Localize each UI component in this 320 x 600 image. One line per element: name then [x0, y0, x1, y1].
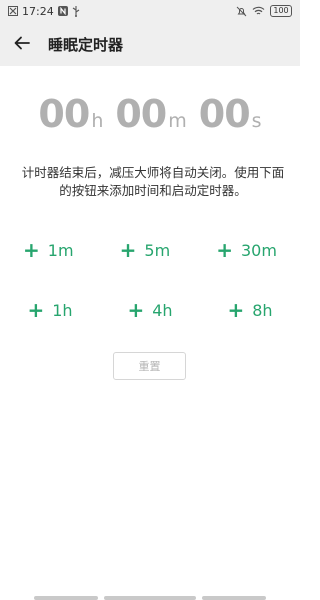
- nav-hint-center: [104, 596, 196, 600]
- timer-seconds-unit: s: [251, 110, 262, 132]
- timer-display: 00 h 00 m 00 s: [0, 92, 300, 136]
- arrow-left-icon: [14, 35, 30, 54]
- plus-icon: +: [227, 298, 245, 322]
- timer-minutes-unit: m: [168, 110, 187, 132]
- timer-hours: 00: [38, 92, 90, 136]
- status-time: 17:24: [22, 4, 54, 18]
- nav-hint-left: [34, 596, 98, 600]
- add-button-label: 5m: [144, 240, 171, 260]
- plus-icon: +: [23, 238, 40, 262]
- app-bar: 睡眠定时器: [0, 22, 300, 66]
- timer-seconds: 00: [198, 92, 251, 136]
- mute-bell-icon: [236, 6, 247, 17]
- battery-icon: 100: [270, 5, 292, 17]
- plus-icon: +: [27, 298, 45, 322]
- add-button-label: 30m: [240, 240, 277, 260]
- add-button-label: 1m: [47, 240, 74, 260]
- timer-hours-unit: h: [91, 110, 104, 132]
- add-30m-button[interactable]: + 30m: [210, 238, 283, 262]
- page-title: 睡眠定时器: [48, 35, 124, 54]
- reset-button[interactable]: 重置: [113, 352, 186, 380]
- add-5m-button[interactable]: + 5m: [114, 238, 177, 262]
- back-button[interactable]: [0, 22, 44, 66]
- add-time-row-hours: + 1h + 4h + 8h: [0, 298, 300, 322]
- add-1h-button[interactable]: + 1h: [21, 298, 78, 322]
- add-button-label: 1h: [52, 300, 73, 320]
- plus-icon: +: [127, 298, 145, 322]
- x-box-icon: [8, 6, 18, 16]
- plus-icon: +: [216, 238, 233, 262]
- add-button-label: 4h: [152, 300, 173, 320]
- add-1m-button[interactable]: + 1m: [17, 238, 80, 262]
- add-time-row-minutes: + 1m + 5m + 30m: [0, 238, 300, 262]
- wifi-icon: [252, 6, 265, 16]
- timer-minutes: 00: [115, 92, 167, 136]
- status-bar: 17:24 100: [0, 0, 300, 22]
- notification-n-icon: [57, 6, 68, 16]
- usb-icon: [72, 5, 80, 17]
- add-4h-button[interactable]: + 4h: [121, 298, 178, 322]
- timer-description: 计时器结束后，减压大师将自动关闭。使用下面的按钮来添加时间和启动定时器。: [21, 165, 285, 198]
- add-8h-button[interactable]: + 8h: [221, 298, 278, 322]
- plus-icon: +: [119, 238, 137, 262]
- add-button-label: 8h: [252, 300, 273, 320]
- nav-hint-right: [202, 596, 266, 600]
